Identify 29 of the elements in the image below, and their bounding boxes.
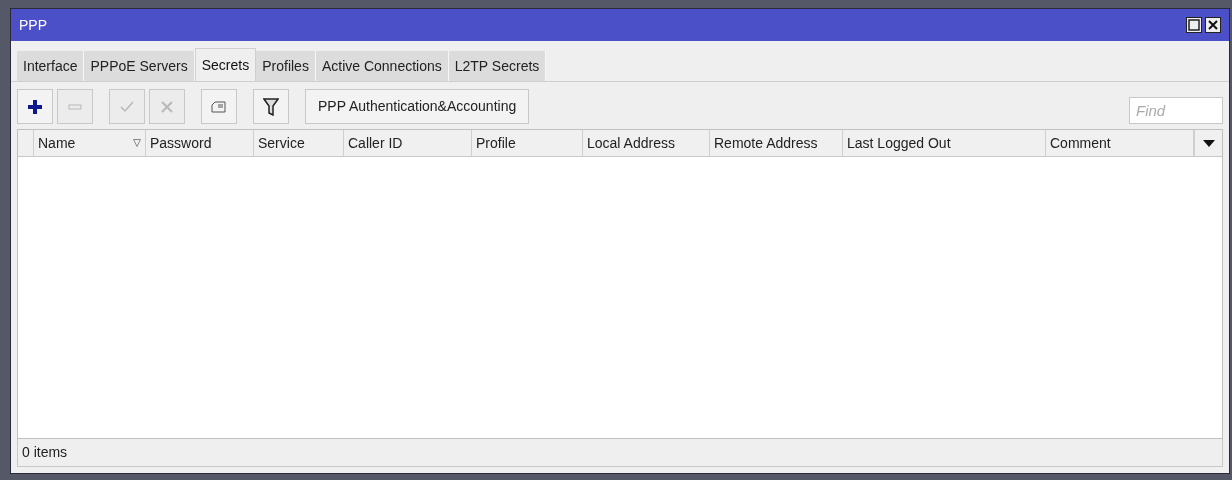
tab[interactable]: L2TP Secrets <box>448 51 547 81</box>
toolbar-button[interactable] <box>253 89 289 124</box>
tab[interactable]: Profiles <box>256 51 316 81</box>
note-icon <box>211 98 227 115</box>
plus-icon <box>27 98 43 115</box>
item-count: 0 items <box>22 443 68 462</box>
column-header[interactable]: Name <box>34 130 146 156</box>
toolbar-button[interactable] <box>17 89 53 124</box>
sort-icon <box>133 139 141 147</box>
tab[interactable]: Interface <box>17 51 85 81</box>
column-header[interactable]: Profile <box>472 130 583 156</box>
find-field[interactable]: Find <box>1129 97 1223 124</box>
column-header[interactable]: Service <box>254 130 344 156</box>
close-icon[interactable] <box>1205 17 1221 33</box>
filter-icon <box>263 97 279 116</box>
column-header[interactable]: Local Address <box>583 130 710 156</box>
cross-icon <box>159 98 175 115</box>
maximize-icon[interactable] <box>1186 17 1202 33</box>
tab[interactable]: PPPoE Servers <box>84 51 195 81</box>
column-header[interactable]: Caller ID <box>344 130 472 156</box>
tab[interactable]: Secrets <box>194 48 257 82</box>
tab[interactable]: Active Connections <box>315 51 449 81</box>
column-header[interactable]: Password <box>146 130 254 156</box>
window-title: PPP <box>19 15 47 35</box>
column-header[interactable]: Comment <box>1046 130 1194 156</box>
column-header[interactable]: Remote Address <box>710 130 843 156</box>
caret-icon <box>1202 139 1215 147</box>
toolbar-button[interactable]: PPP Authentication&Accounting <box>305 89 530 124</box>
column-header[interactable]: Last Logged Out <box>843 130 1046 156</box>
